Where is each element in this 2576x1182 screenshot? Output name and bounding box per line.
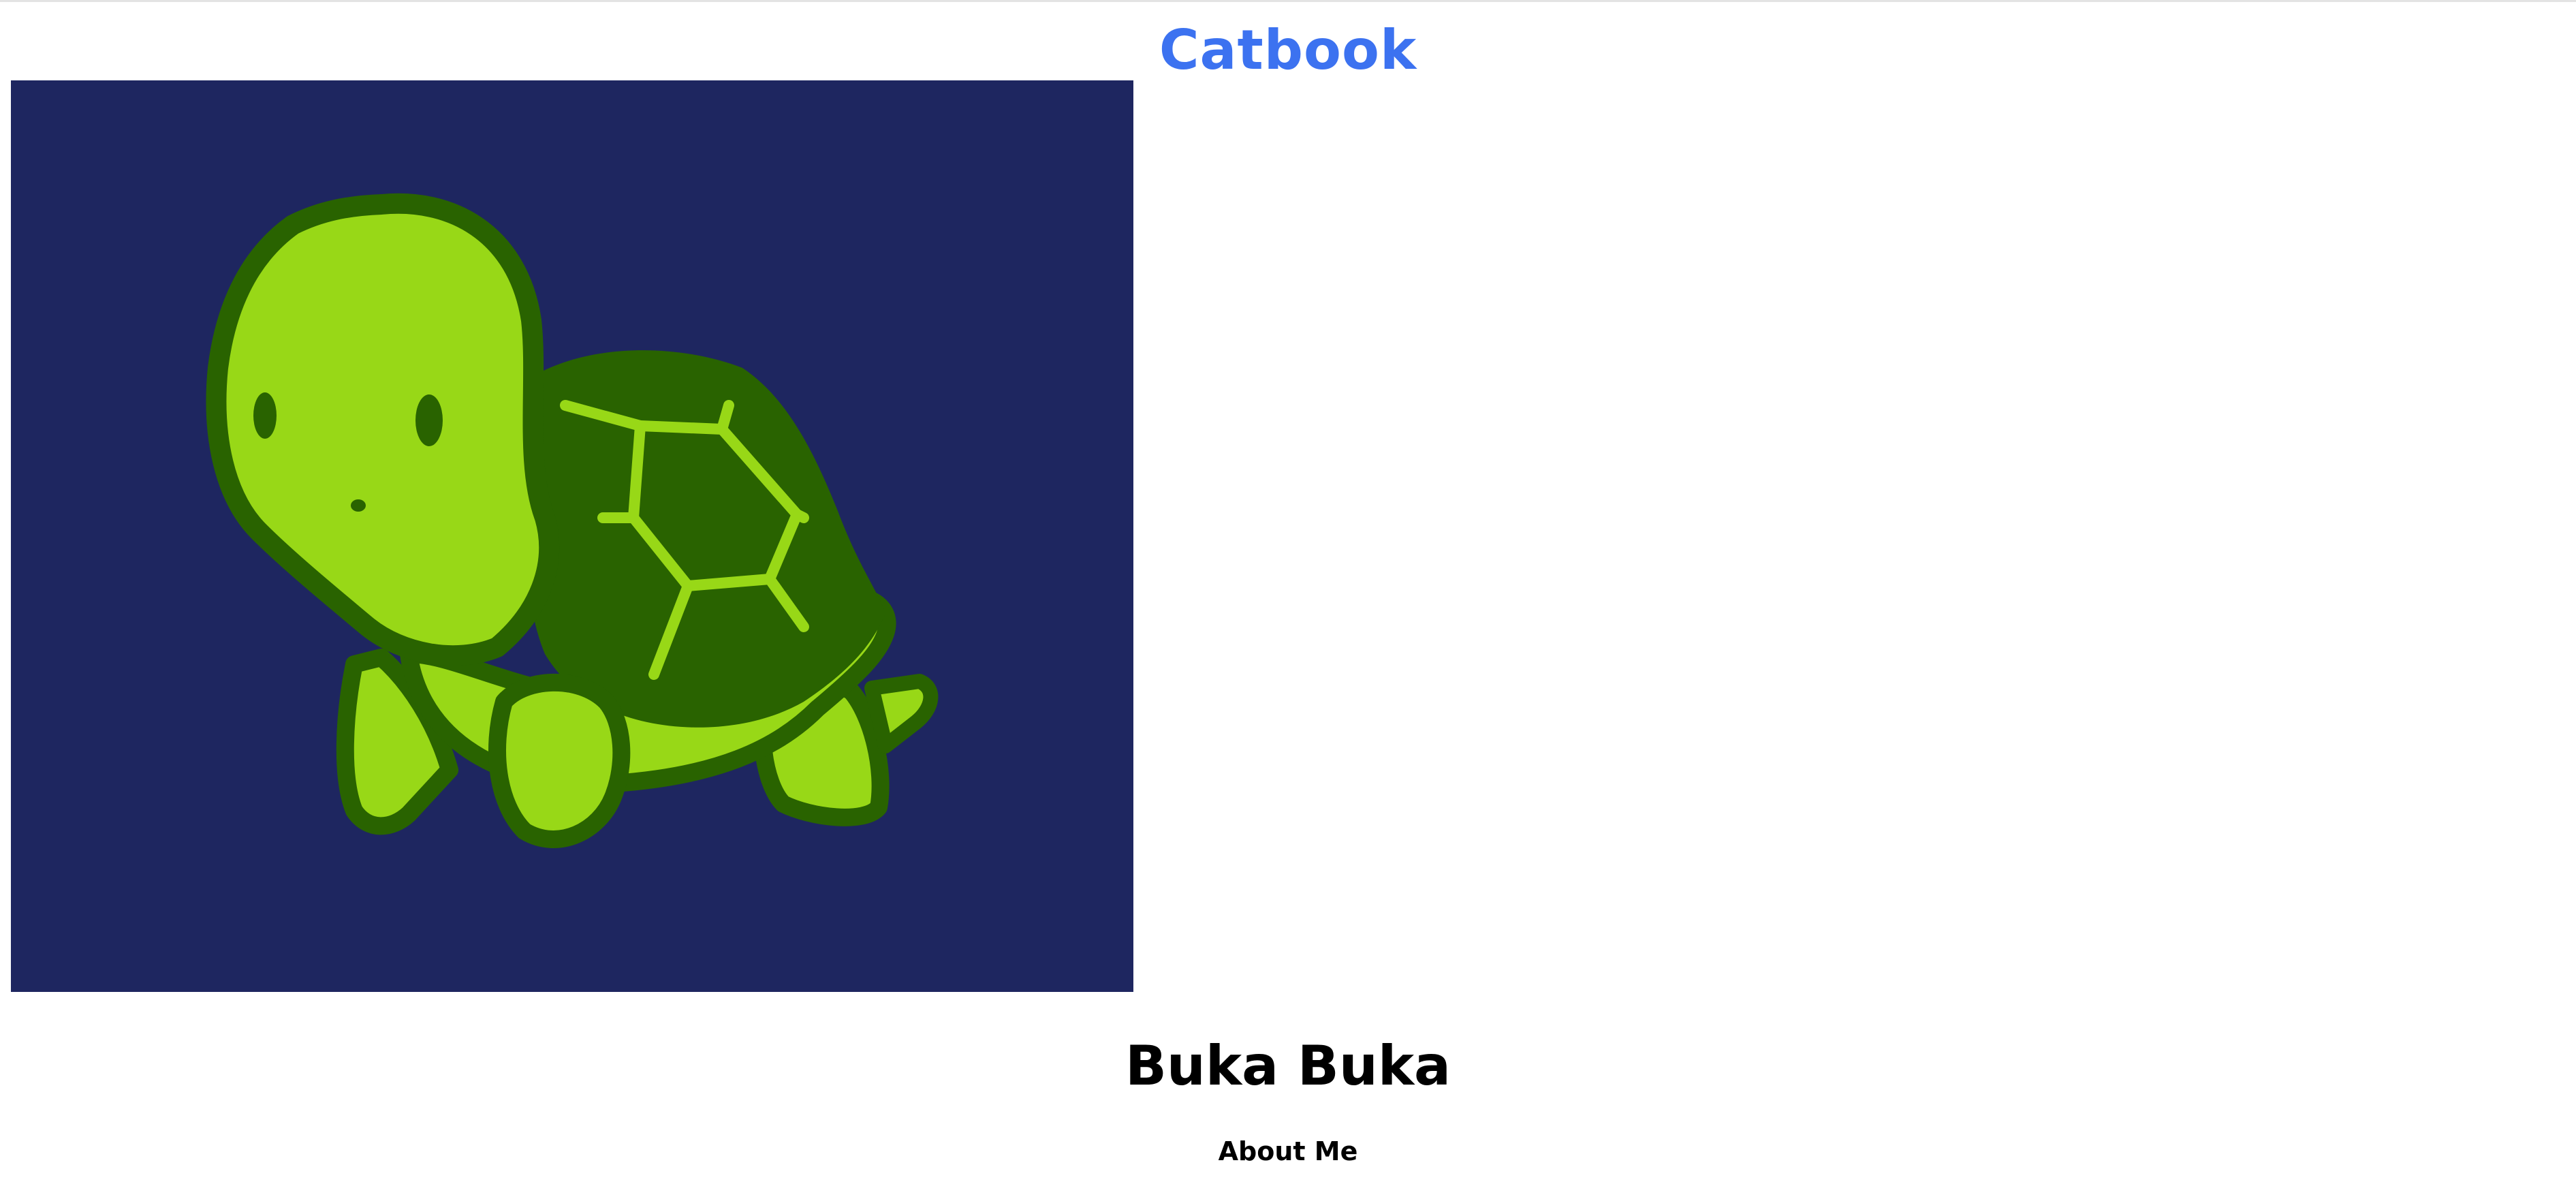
about-me-heading: About Me	[1218, 1136, 1358, 1166]
profile-name: Buka Buka	[1125, 1034, 1451, 1098]
site-title[interactable]: Catbook	[0, 16, 2576, 84]
top-border	[0, 0, 2576, 2]
profile-photo	[11, 80, 1133, 992]
